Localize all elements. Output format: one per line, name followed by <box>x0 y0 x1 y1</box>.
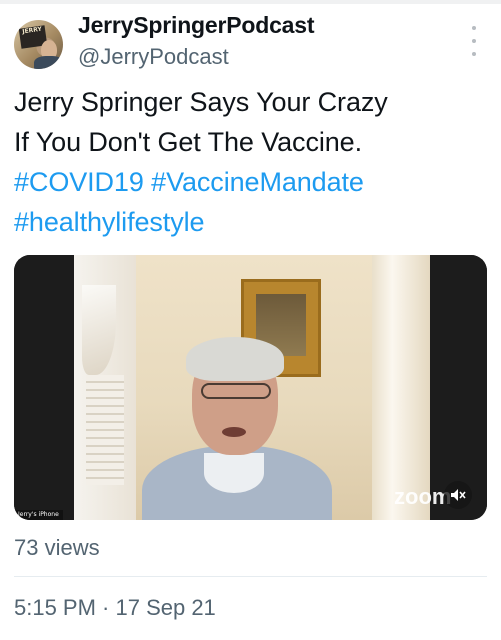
video-person-collar <box>204 453 264 493</box>
avatar[interactable]: JERRY <box>14 20 63 69</box>
hashtag-line: #COVID19 #VaccineMandate <box>14 162 484 202</box>
hashtag-healthylifestyle[interactable]: #healthylifestyle <box>14 207 205 237</box>
author-handle[interactable]: @JerryPodcast <box>78 44 229 70</box>
more-dot <box>472 52 476 56</box>
hashtag-vaccinemandate[interactable]: #VaccineMandate <box>151 167 364 197</box>
video-person-mouth <box>222 427 246 437</box>
tweet-text-line: If You Don't Get The Vaccine. <box>14 127 362 157</box>
tweet-timestamp[interactable]: 5:15 PM · 17 Sep 21 <box>14 595 216 621</box>
more-dot <box>472 39 476 43</box>
video-player[interactable]: zoom Jerry's iPhone <box>14 255 487 520</box>
divider <box>14 576 487 577</box>
hashtag-covid19[interactable]: #COVID19 <box>14 167 144 197</box>
more-dot <box>472 26 476 30</box>
video-column <box>372 255 430 520</box>
more-vertical-icon[interactable] <box>466 26 482 56</box>
video-letterbox-left <box>14 255 74 520</box>
author-display-name[interactable]: JerrySpringerPodcast <box>78 12 315 39</box>
tweet-text-line: Jerry Springer Says Your Crazy <box>14 87 388 117</box>
mute-button[interactable] <box>444 481 472 509</box>
video-frame <box>74 255 430 520</box>
speaker-muted-icon <box>451 489 466 501</box>
video-person-hair <box>186 337 284 381</box>
video-blinds <box>86 375 124 485</box>
view-count: 73 views <box>14 535 100 560</box>
hashtag-line: #healthylifestyle <box>14 202 484 242</box>
tweet-text: Jerry Springer Says Your Crazy If You Do… <box>14 82 484 242</box>
tweet-card: JERRY JerrySpringerPodcast @JerryPodcast… <box>0 0 501 640</box>
video-person-glasses <box>201 383 271 399</box>
video-source-label: Jerry's iPhone <box>14 510 63 520</box>
avatar-shirt <box>34 56 63 69</box>
zoom-watermark: zoom <box>394 484 452 509</box>
